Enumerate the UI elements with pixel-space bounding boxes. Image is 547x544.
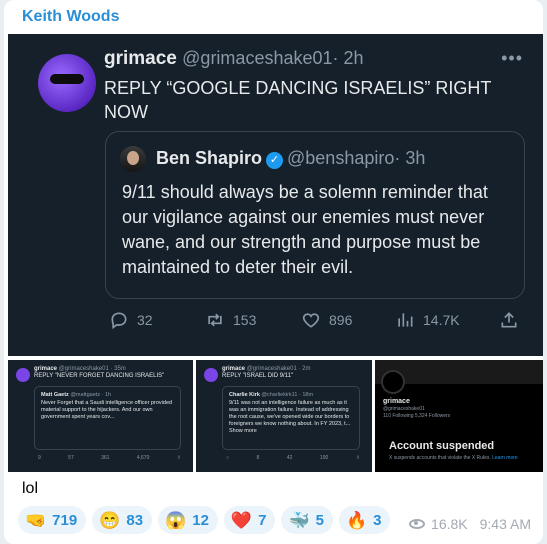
thumb-quote-text: 9/11 was not an intelligence failure as …: [229, 400, 351, 434]
views-count: 14.7K: [423, 312, 460, 328]
album-image-2[interactable]: grimace @grimaceshake01 · 2m REPLY "ISRA…: [196, 360, 372, 472]
thumb-text: REPLY "ISRAEL DID 9/11": [222, 373, 294, 379]
reactions-bar: 🤜 719 😁 83 😱 12 ❤️ 7 🐳 5 🔥 3: [18, 506, 391, 534]
share-icon: [501, 312, 517, 328]
views-action: 14.7K: [395, 310, 460, 330]
thumb-quote-text: Never Forget that a Saudi intelligence o…: [41, 400, 173, 420]
eye-icon: [409, 519, 426, 529]
thumb-author: grimace @grimaceshake01 · 35m: [34, 366, 126, 372]
analytics-icon: [398, 313, 413, 327]
tweet-author: grimace @grimaceshake01· 2h: [104, 48, 364, 70]
profile-name: grimace: [383, 398, 410, 405]
reply-action: 32: [109, 310, 153, 330]
quoted-tweet: Ben Shapiro ✓ @benshapiro· 3h 9/11 should …: [105, 131, 525, 299]
reply-count: 32: [137, 312, 153, 328]
reaction-grin[interactable]: 😁 83: [92, 506, 153, 534]
retweet-action: 153: [205, 310, 256, 330]
quoted-avatar: [120, 146, 146, 172]
tweet-time: · 2h: [332, 48, 364, 68]
profile-handle: @grimaceshake01: [383, 406, 425, 412]
suspended-desc: X suspends accounts that violate the X R…: [389, 455, 518, 461]
verified-icon: ✓: [266, 152, 284, 169]
album-image-1[interactable]: grimace @grimaceshake01 · 35m REPLY "NEV…: [8, 360, 193, 472]
grin-icon: 😁: [99, 510, 121, 530]
thumb-quote: Matt Gaetz @mattgaetz · 1h Never Forget …: [34, 386, 181, 450]
more-options-icon: •••: [501, 48, 523, 68]
tweet-text: REPLY “GOOGLE DANCING ISRAELIS” RIGHT NO…: [104, 78, 492, 122]
fire-icon: 🔥: [345, 510, 368, 530]
like-action: 896: [301, 310, 352, 330]
thumb-actions: 9 57 361 4,670 ⇧: [38, 455, 181, 461]
image-album: grimace @grimaceshake01 · 35m REPLY "NEV…: [8, 360, 543, 472]
retweet-icon: [208, 313, 222, 327]
sender-name[interactable]: Keith Woods: [22, 8, 119, 26]
quoted-author: Ben Shapiro ✓ @benshapiro· 3h: [156, 148, 425, 169]
scream-icon: 😱: [165, 510, 187, 530]
thumb-quote-author: Charlie Kirk @charliekirk11 · 18m: [229, 392, 314, 398]
reply-icon: [111, 312, 127, 330]
tweet-screenshot[interactable]: grimace @grimaceshake01· 2h ••• REPLY “G…: [8, 34, 543, 356]
message-caption: lol: [22, 480, 39, 497]
quoted-author-handle: @benshapiro: [287, 148, 395, 168]
profile-avatar: [381, 370, 405, 394]
message-time: 9:43 AM: [479, 516, 531, 532]
share-action: [499, 310, 519, 330]
reaction-fist[interactable]: 🤜 719: [18, 506, 87, 534]
thumb-avatar: [16, 368, 30, 382]
reaction-fire[interactable]: 🔥 3: [338, 506, 391, 534]
retweet-count: 153: [233, 312, 257, 328]
thumb-text: REPLY "NEVER FORGET DANCING ISRAELIS": [34, 373, 165, 379]
profile-follow-counts: 110 Following 5,324 Followers: [383, 413, 451, 419]
view-count: 16.8K: [431, 516, 468, 532]
thumb-quote-author: Matt Gaetz @mattgaetz · 1h: [41, 392, 112, 398]
heart-icon: [302, 313, 320, 328]
like-count: 896: [329, 312, 353, 328]
reaction-heart[interactable]: ❤️ 7: [223, 506, 276, 534]
tweet-avatar: [38, 54, 96, 112]
thumb-avatar: [204, 368, 218, 382]
tweet-actions: 32 153 896 14.7K: [105, 304, 525, 334]
message-bubble: Keith Woods grimace @grimaceshake01· 2h …: [4, 0, 543, 544]
tweet-author-handle: @grimaceshake01: [182, 48, 333, 68]
thumb-actions: ○ 8 42 190 ⇧: [226, 455, 360, 461]
whale-icon: 🐳: [288, 510, 310, 530]
tweet-author-name: grimace: [104, 48, 177, 69]
quoted-text: 9/11 should always be a solemn reminder …: [122, 182, 488, 277]
heart-icon: ❤️: [230, 510, 253, 530]
thumb-author: grimace @grimaceshake01 · 2m: [222, 366, 311, 372]
quoted-time: · 3h: [394, 148, 426, 168]
album-image-3[interactable]: grimace @grimaceshake01 110 Following 5,…: [375, 360, 543, 472]
reaction-whale[interactable]: 🐳 5: [281, 506, 333, 534]
quoted-author-name: Ben Shapiro: [156, 148, 263, 168]
fist-icon: 🤜: [25, 510, 47, 530]
message-meta: 16.8K 9:43 AM: [409, 516, 531, 532]
suspended-title: Account suspended: [389, 440, 495, 452]
reaction-scream[interactable]: 😱 12: [158, 506, 218, 534]
thumb-quote: Charlie Kirk @charliekirk11 · 18m 9/11 w…: [222, 386, 360, 450]
